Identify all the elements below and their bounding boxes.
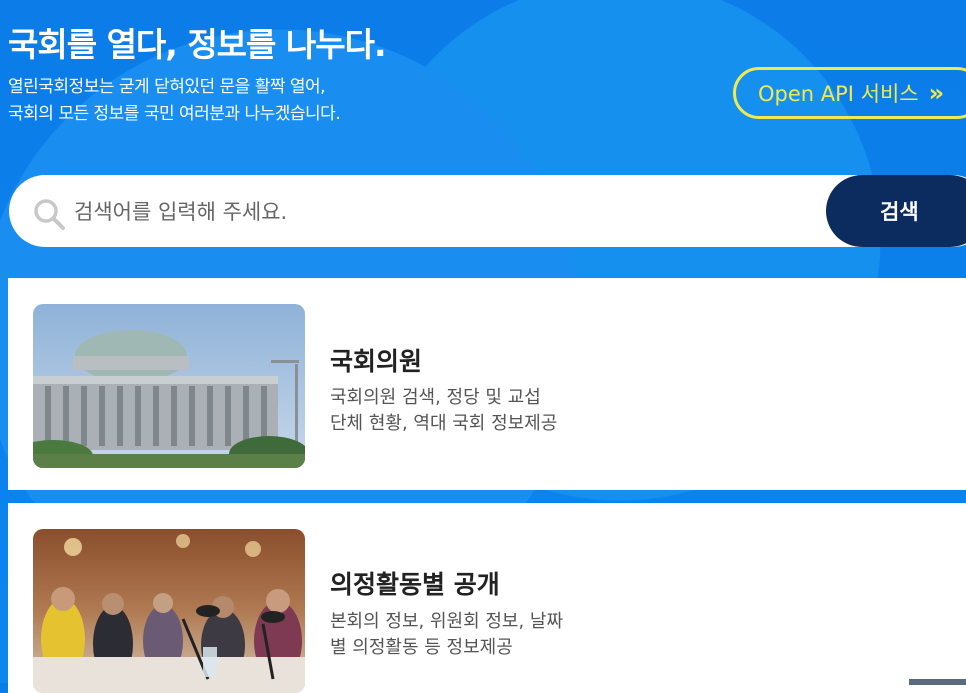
- hero-headline: 국회를 열다, 정보를 나누다.: [8, 25, 386, 64]
- card-title: 의정활동별 공개: [330, 570, 500, 599]
- double-chevron-right-icon: »: [928, 79, 945, 107]
- conference-meeting-image: [33, 529, 305, 693]
- national-assembly-image: [33, 304, 305, 468]
- card-members[interactable]: 국회의원 국회의원 검색, 정당 및 교섭 단체 현황, 역대 국회 정보제공: [8, 278, 966, 490]
- hero-subline-1: 열린국회정보는 굳게 닫혀있던 문을 활짝 열어,: [8, 77, 326, 97]
- search-button[interactable]: 검색: [826, 175, 966, 247]
- card-description-line2: 단체 현황, 역대 국회 정보제공: [330, 413, 558, 434]
- card-description-line1: 본회의 정보, 위원회 정보, 날짜: [330, 611, 564, 632]
- open-api-label: Open API 서비스: [758, 82, 919, 106]
- card-title: 국회의원: [330, 347, 423, 376]
- card-activities[interactable]: 의정활동별 공개 본회의 정보, 위원회 정보, 날짜 별 의정활동 등 정보제…: [8, 503, 966, 693]
- card-description-line2: 별 의정활동 등 정보제공: [330, 637, 513, 658]
- search-icon: [34, 199, 65, 230]
- floating-tab[interactable]: [909, 679, 966, 685]
- open-api-button[interactable]: Open API 서비스 »: [733, 67, 966, 119]
- hero-subline-2: 국회의 모든 정보를 국민 여러분과 나누겠습니다.: [8, 104, 341, 124]
- search-input[interactable]: [72, 188, 776, 236]
- card-description-line1: 국회의원 검색, 정당 및 교섭: [330, 387, 541, 408]
